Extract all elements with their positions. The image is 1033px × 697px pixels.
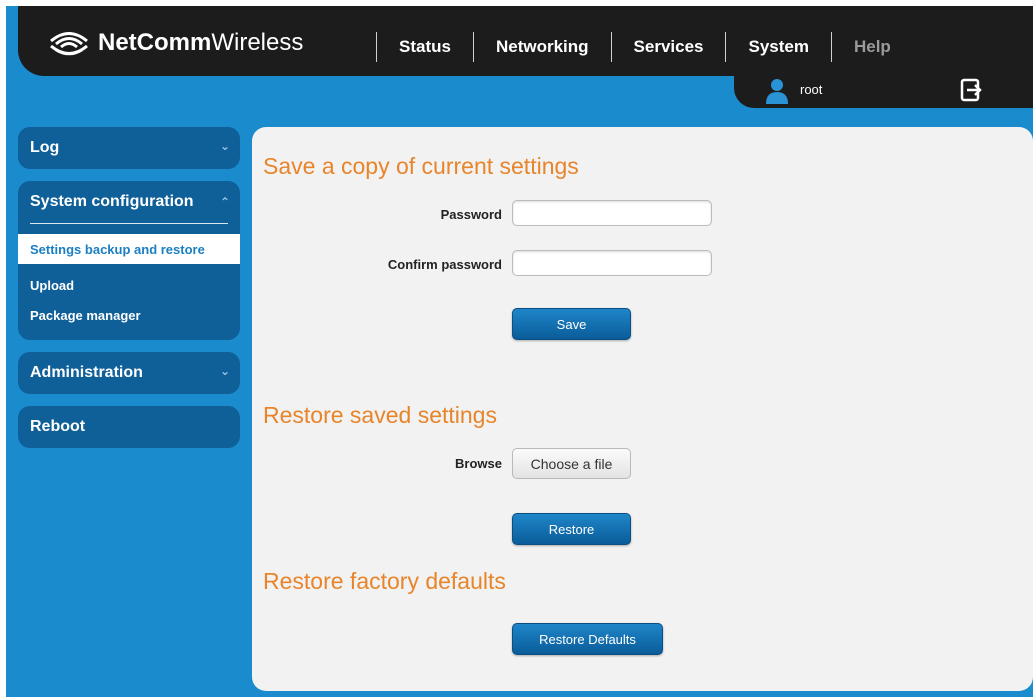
page-frame: NetComm Wireless Status Networking Servic…	[6, 6, 1033, 697]
sidebar-item-package-manager[interactable]: Package manager	[18, 300, 240, 330]
factory-section-title: Restore factory defaults	[263, 568, 506, 594]
sidebar-header-label: Log	[30, 139, 60, 156]
sidebar-header-label: Administration	[30, 364, 143, 381]
restore-button[interactable]: Restore	[512, 513, 631, 545]
brand-name-bold: NetComm	[98, 29, 212, 56]
sidebar-header-reboot[interactable]: Reboot	[18, 406, 240, 448]
main-nav: Status Networking Services System Help	[376, 30, 913, 64]
user-icon	[766, 79, 788, 104]
sidebar-group-administration: Administration ⌄	[18, 352, 240, 394]
wifi-logo-icon	[50, 32, 88, 56]
sidebar-item-upload[interactable]: Upload	[18, 270, 240, 300]
restore-defaults-button[interactable]: Restore Defaults	[512, 623, 663, 655]
chevron-down-icon: ⌄	[219, 364, 230, 378]
browse-label: Browse	[455, 456, 502, 471]
nav-system[interactable]: System	[726, 37, 830, 57]
sidebar-group-log: Log ⌄	[18, 127, 240, 169]
sidebar-header-administration[interactable]: Administration ⌄	[18, 352, 240, 394]
sidebar-item-settings-backup[interactable]: Settings backup and restore	[18, 234, 240, 264]
username: root	[800, 82, 823, 97]
sidebar-header-label: Reboot	[30, 418, 86, 435]
restore-section-title: Restore saved settings	[263, 402, 497, 428]
password-input[interactable]	[512, 200, 712, 226]
brand-name-light: Wireless	[211, 29, 304, 56]
sidebar-group-reboot: Reboot	[18, 406, 240, 448]
brand-logo[interactable]: NetComm Wireless	[48, 28, 303, 58]
nav-services[interactable]: Services	[612, 37, 726, 57]
nav-help[interactable]: Help	[832, 37, 913, 57]
logout-icon[interactable]	[960, 78, 984, 102]
sidebar-group-system-configuration: System configuration ⌃ Settings backup a…	[18, 181, 240, 340]
sidebar: Log ⌄ System configuration ⌃ Settings ba…	[18, 127, 240, 460]
confirm-password-input[interactable]	[512, 250, 712, 276]
main-panel: Save a copy of current settings Password…	[252, 127, 1033, 691]
save-button[interactable]: Save	[512, 308, 631, 340]
sidebar-header-system-configuration[interactable]: System configuration ⌃	[18, 181, 240, 223]
confirm-password-label: Confirm password	[387, 257, 502, 272]
chevron-up-icon: ⌃	[219, 195, 230, 209]
save-section-title: Save a copy of current settings	[263, 153, 579, 179]
top-header: NetComm Wireless Status Networking Servic…	[18, 6, 1033, 76]
nav-networking[interactable]: Networking	[474, 37, 611, 57]
nav-status[interactable]: Status	[377, 37, 473, 57]
chevron-down-icon: ⌄	[219, 139, 230, 153]
sidebar-header-label: System configuration	[30, 193, 194, 210]
choose-file-button[interactable]: Choose a file	[512, 448, 631, 479]
user-bar: root	[734, 74, 1033, 108]
sidebar-divider	[30, 223, 228, 224]
password-label: Password	[440, 207, 502, 222]
sidebar-header-log[interactable]: Log ⌄	[18, 127, 240, 169]
